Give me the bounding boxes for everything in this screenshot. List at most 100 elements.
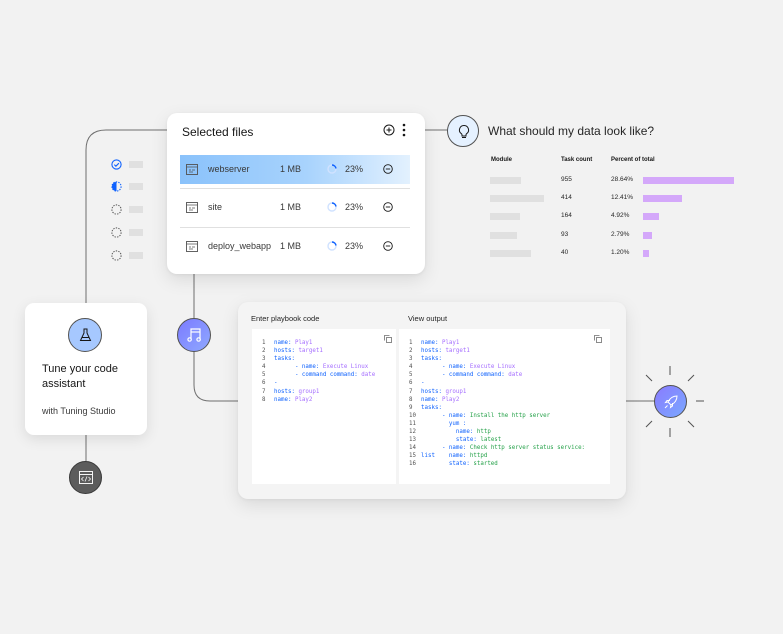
code-token: name: [421, 340, 442, 346]
percent-of-total: 4.92% [611, 212, 630, 219]
line-number: 13 [409, 437, 416, 444]
column-header-task-count: Task count [561, 157, 593, 163]
code-line: 11 yum : [409, 420, 585, 428]
code-token: tasks: [421, 356, 442, 363]
table-row: 955 28.64% [490, 176, 750, 186]
percent-bar [643, 232, 652, 239]
code-token: target1 [445, 348, 470, 355]
remove-circle-icon[interactable] [383, 164, 393, 174]
line-number: 4 [262, 364, 266, 371]
column-header-module: Module [491, 157, 512, 163]
line-number: 1 [409, 340, 413, 346]
code-token: Play1 [441, 340, 460, 346]
code-token: - [421, 380, 425, 387]
code-line: 4 - name: Execute Linux [409, 363, 585, 371]
code-token: tasks: [274, 356, 295, 363]
flask-icon [79, 328, 92, 341]
line-number: 7 [262, 388, 266, 395]
module-placeholder [490, 195, 544, 202]
line-number: 1 [262, 340, 266, 346]
code-line: 2 hosts: target1 [409, 347, 585, 355]
table-row: 164 4.92% [490, 212, 750, 222]
flask-node [68, 318, 102, 352]
add-circle-icon[interactable] [383, 124, 395, 136]
code-line: 5 - command command: date [409, 371, 585, 379]
line-number: 9 [409, 404, 413, 411]
input-code: 1 name: Play1 2 hosts: target1 3 tasks: 4 - na… [262, 339, 375, 404]
code-line: 7 hosts: group1 [262, 388, 375, 396]
code-line: 8 name: Play2 [262, 396, 375, 404]
file-row[interactable]: deploy_webapp 1 MB 23% [180, 232, 410, 261]
files-card-title: Selected files [182, 125, 254, 139]
file-icon [186, 164, 198, 175]
module-placeholder [490, 213, 520, 220]
code-line: 3 tasks: [262, 355, 375, 363]
line-number: 15 [409, 453, 416, 460]
line-number: 10 [409, 412, 416, 419]
code-line: 13 state: latest [409, 436, 585, 444]
file-name: deploy_webapp [208, 241, 272, 251]
file-row[interactable]: site 1 MB 23% [180, 193, 410, 222]
code-token: list name: [421, 453, 470, 460]
file-progress: 23% [345, 164, 364, 174]
tune-assistant-card[interactable]: Tune your code assistant with Tuning Stu… [25, 303, 147, 435]
code-line: 16 state: started [409, 460, 585, 468]
percent-bar [643, 177, 734, 184]
copy-icon[interactable] [594, 335, 602, 343]
file-size: 1 MB [280, 202, 302, 212]
music-note-icon [187, 328, 201, 342]
line-number: 14 [409, 445, 416, 452]
step-label-placeholder [129, 161, 143, 168]
line-number: 4 [409, 364, 413, 371]
playbook-output-viewer: 1 name: Play1 2 hosts: target1 3 tasks: 4 - na… [399, 329, 610, 484]
code-token: - command command: [421, 372, 509, 379]
playbook-input-editor[interactable]: 1 name: Play1 2 hosts: target1 3 tasks: 4 - na… [252, 329, 396, 484]
overflow-menu-icon[interactable] [399, 123, 409, 137]
remove-circle-icon[interactable] [383, 241, 393, 251]
percent-bar [643, 250, 649, 257]
step-label-placeholder [129, 229, 143, 236]
line-number: 6 [409, 380, 413, 387]
copy-icon[interactable] [384, 335, 392, 343]
code-node[interactable] [69, 461, 102, 494]
file-row[interactable]: webserver 1 MB 23% [180, 155, 410, 184]
step-item [111, 227, 145, 239]
music-node[interactable] [177, 318, 211, 352]
percent-of-total: 2.79% [611, 231, 630, 238]
remove-circle-icon[interactable] [383, 202, 393, 212]
line-number: 8 [262, 396, 266, 403]
code-token: hosts: [274, 388, 299, 395]
task-count: 93 [561, 231, 569, 238]
code-line: 12 name: http [409, 428, 585, 436]
rocket-node[interactable] [654, 385, 687, 418]
code-token: name: [274, 396, 295, 403]
code-token: group1 [298, 388, 320, 395]
code-token: state: [421, 461, 474, 468]
code-line: 7 hosts: group1 [409, 388, 585, 396]
half-circle-icon [111, 181, 122, 192]
code-line: 6- [262, 379, 375, 387]
output-label: View output [408, 314, 448, 323]
line-number: 2 [262, 348, 266, 355]
code-token: Play2 [441, 396, 460, 403]
percent-of-total: 1.20% [611, 249, 630, 256]
code-token: Play2 [294, 396, 313, 403]
dashed-circle-icon [111, 204, 122, 215]
file-name: webserver [208, 164, 250, 174]
dashed-circle-icon [111, 250, 122, 261]
dashed-circle-icon [111, 227, 122, 238]
line-number: 5 [409, 372, 413, 379]
code-line: 1 name: Play1 [409, 339, 585, 347]
code-token: httpd [469, 453, 488, 460]
code-line: 1 name: Play1 [262, 339, 375, 347]
code-window-icon [79, 471, 93, 484]
file-size: 1 MB [280, 241, 302, 251]
file-name: site [208, 202, 223, 212]
code-token: - [274, 380, 278, 387]
input-label: Enter playbook code [251, 314, 320, 323]
table-row: 414 12.41% [490, 194, 750, 204]
line-number: 7 [409, 388, 413, 395]
task-count: 955 [561, 176, 572, 183]
percent-bar [643, 195, 683, 202]
code-token: Play1 [294, 340, 313, 346]
